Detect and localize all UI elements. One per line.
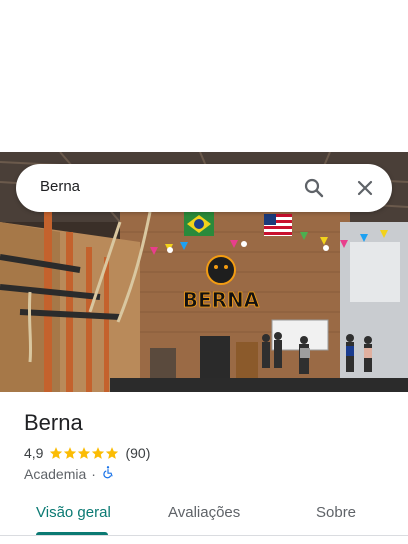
place-tabs: Visão geral Avaliações Sobre xyxy=(0,498,408,538)
tabs-divider xyxy=(0,535,408,536)
search-bar[interactable]: Berna xyxy=(16,164,392,212)
star-icon xyxy=(78,447,91,459)
rating-value: 4,9 xyxy=(24,445,44,461)
search-input[interactable]: Berna xyxy=(40,178,80,195)
category-row: Academia · xyxy=(24,465,115,482)
rating-row[interactable]: 4,9 (90) xyxy=(24,445,150,461)
star-icon xyxy=(50,447,63,459)
tab-reviews[interactable]: Avaliações xyxy=(168,504,240,521)
place-page: BERNA Berna Berna 4,9 (90) Academia · Vi… xyxy=(0,0,408,544)
star-icon xyxy=(92,447,105,459)
close-icon[interactable] xyxy=(353,176,377,200)
photo-sign-text: BERNA xyxy=(183,288,260,312)
rating-stars xyxy=(49,446,119,460)
tab-overview[interactable]: Visão geral xyxy=(36,504,111,521)
place-category: Academia xyxy=(24,465,87,482)
separator-dot: · xyxy=(91,465,96,482)
place-title: Berna xyxy=(24,410,83,435)
star-icon xyxy=(64,447,77,459)
wheelchair-icon xyxy=(101,465,115,482)
review-count[interactable]: (90) xyxy=(125,445,150,461)
search-icon[interactable] xyxy=(302,176,326,200)
tab-about[interactable]: Sobre xyxy=(316,504,356,521)
star-icon xyxy=(106,447,119,459)
